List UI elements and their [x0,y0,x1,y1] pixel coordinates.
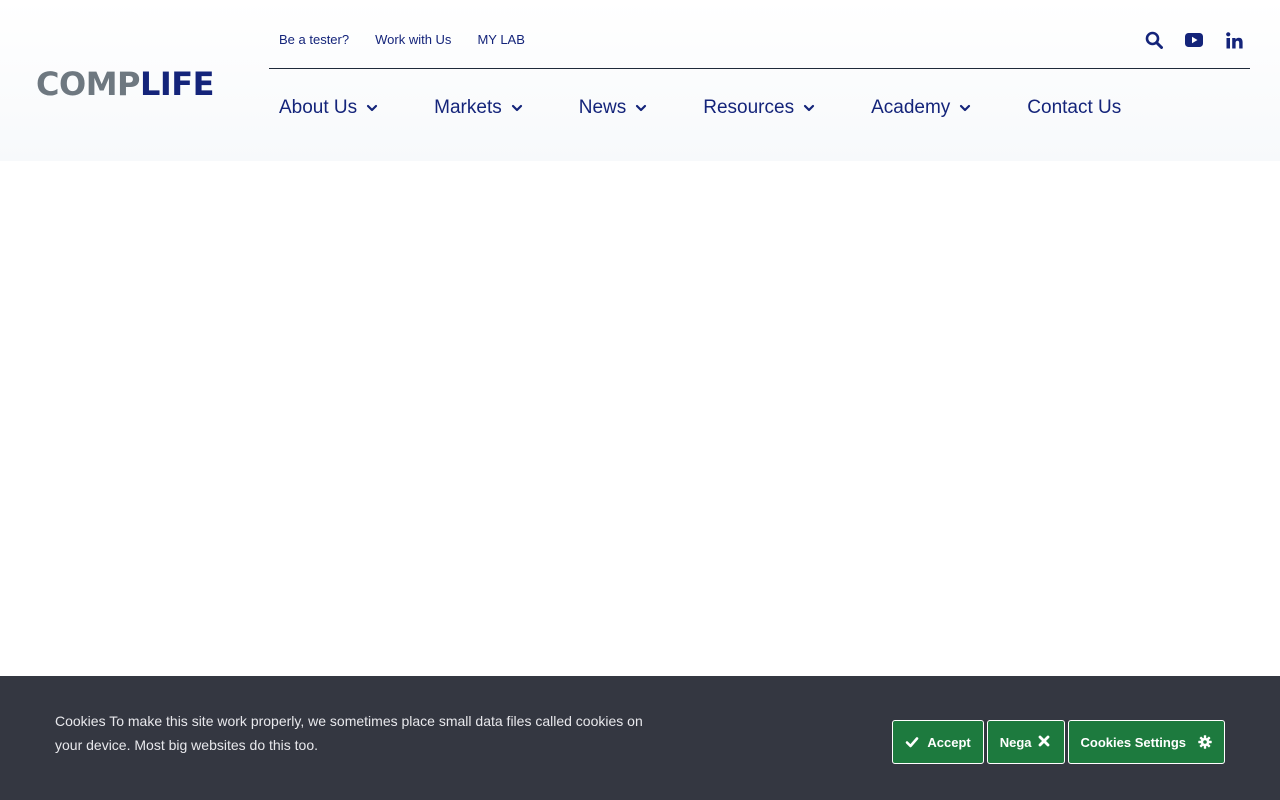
chevron-down-icon [803,104,815,112]
complife-logo[interactable]: COMP LIFE [36,50,215,110]
logo-text-life: LIFE [139,65,215,103]
chevron-down-icon [636,104,647,112]
deny-label: Nega [999,734,1032,750]
nav-item-news[interactable]: News [579,94,648,122]
nav-item-about-us[interactable]: About Us [279,94,378,122]
logo-text-comp: COMP [36,65,140,103]
nav-item-label: Academy [871,97,951,118]
nav-item-academy[interactable]: Academy [871,94,971,122]
deny-cookies-button[interactable]: Nega [986,720,1065,764]
site-header: COMP LIFE Be a tester? Work with Us MY L… [0,0,1280,161]
utility-nav: Be a tester? Work with Us MY LAB [279,30,525,50]
youtube-icon[interactable] [1184,28,1204,52]
search-icon[interactable] [1144,28,1164,52]
nav-item-label: About Us [279,97,358,118]
header-icons [1144,28,1244,52]
linkedin-icon[interactable] [1224,28,1244,52]
accept-cookies-button[interactable]: Accept [892,720,984,764]
chevron-down-icon [960,104,971,112]
settings-label: Cookies Settings [1080,734,1186,750]
nav-item-label: Resources [703,97,795,118]
main-content [0,161,1280,676]
top-link-my-lab[interactable]: MY LAB [477,30,524,50]
check-icon [905,735,919,749]
cookie-banner-text: Cookies To make this site work properly,… [55,713,643,753]
chevron-down-icon [511,104,522,112]
header-divider [269,68,1250,69]
chevron-down-icon [367,104,378,112]
accept-label: Accept [927,734,971,750]
top-link-work-with-us[interactable]: Work with Us [375,30,451,50]
nav-item-label: Markets [434,97,502,118]
nav-item-resources[interactable]: Resources [703,94,815,122]
nav-item-markets[interactable]: Markets [434,94,523,122]
cookie-settings-button[interactable]: Cookies Settings [1067,720,1225,764]
nav-item-contact-us[interactable]: Contact Us [1027,94,1121,122]
top-link-be-a-tester[interactable]: Be a tester? [279,30,349,50]
main-nav: About Us Markets News Resources Academy [279,94,1121,122]
gear-icon [1198,735,1212,749]
close-icon [1038,735,1052,749]
nav-item-label: Contact Us [1027,97,1122,118]
cookie-actions: Accept Nega Cookies Settings [892,720,1225,764]
nav-item-label: News [578,97,627,118]
